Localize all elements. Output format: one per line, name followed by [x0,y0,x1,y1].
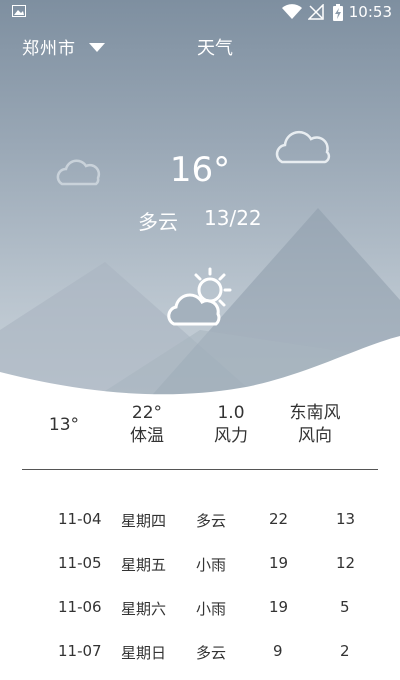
list-item: 11-04 星期四 多云 22 13 [0,504,400,548]
stat-label: 风向 [298,426,332,446]
current-temperature: 16° [169,150,231,190]
stat-wind-force: 1.0 风力 [196,402,266,448]
forecast-weather: 多云 [196,512,227,530]
forecast-weekday: 星期六 [121,600,167,618]
stats-row: 13° 22° 体温 1.0 风力 东南风 风向 [0,398,400,468]
header: 郑州市 天气 [0,30,400,66]
list-item: 11-06 星期六 小雨 19 5 [0,592,400,636]
forecast-low: 12 [336,554,356,572]
wifi-icon [282,4,302,19]
forecast-low: 2 [340,642,350,660]
battery-icon [333,4,343,21]
list-item: 11-07 星期日 多云 9 2 [0,636,400,680]
stat-low: 13° [34,414,94,437]
stat-label: 风力 [214,426,248,446]
stat-wind-direction: 东南风 风向 [278,402,352,448]
forecast-high: 19 [269,554,289,572]
forecast-low: 13 [336,510,356,528]
signal-icon [308,4,324,20]
forecast-date: 11-07 [58,642,102,660]
image-icon [12,5,26,17]
stat-label: 体温 [130,426,164,446]
forecast-weather: 小雨 [196,600,227,618]
stat-value: 13° [48,415,80,435]
stat-value: 22° [131,403,163,423]
forecast-date: 11-05 [58,554,102,572]
forecast-weekday: 星期日 [121,644,167,662]
forecast-high: 19 [269,598,289,616]
forecast-weekday: 星期四 [121,512,167,530]
forecast-weather: 小雨 [196,556,227,574]
forecast-date: 11-04 [58,510,102,528]
page-title: 天气 [197,38,233,59]
forecast-high: 9 [273,642,283,660]
list-item: 11-05 星期五 小雨 19 12 [0,548,400,592]
clock: 10:53 [348,3,392,21]
stat-feels-like: 22° 体温 [112,402,182,448]
forecast-low: 5 [340,598,350,616]
divider [22,469,378,470]
stat-value: 东南风 [289,403,341,423]
forecast-weekday: 星期五 [121,556,167,574]
forecast-high: 22 [269,510,289,528]
forecast-date: 11-06 [58,598,102,616]
current-condition: 多云 [138,210,178,234]
stat-value: 1.0 [217,403,245,423]
forecast-weather: 多云 [196,644,227,662]
partly-cloudy-icon [160,266,240,334]
status-bar: 10:53 [0,0,400,26]
temperature-range: 13/22 [204,206,262,230]
